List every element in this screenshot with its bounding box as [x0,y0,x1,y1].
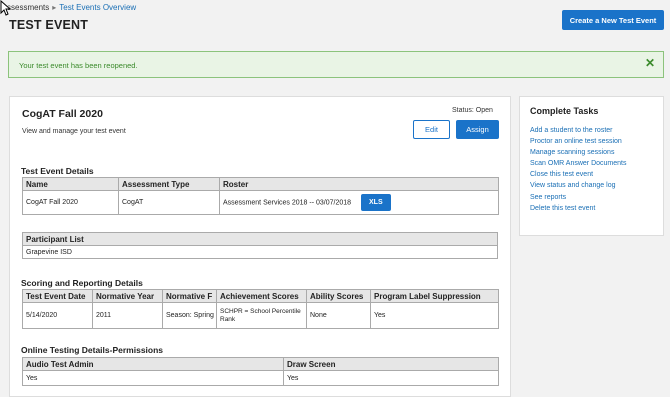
table-cell: CogAT Fall 2020 [22,190,119,215]
task-link-manage-scanning[interactable]: Manage scanning sessions [530,147,626,158]
table-cell: 5/14/2020 [22,302,93,329]
table-cell: None [306,302,371,329]
breadcrumb-assessments[interactable]: ssessments [7,3,49,12]
status-label: Status: [452,107,474,114]
table-row: Yes Yes [22,370,499,386]
scoring-details-title: Scoring and Reporting Details [21,278,143,288]
task-link-delete-event[interactable]: Delete this test event [530,203,626,214]
task-link-add-student[interactable]: Add a student to the roster [530,125,626,136]
column-header: Roster [219,177,499,191]
table-row: 5/14/2020 2011 Season: Spring SCHPR = Sc… [22,302,499,329]
table-cell: CogAT [118,190,220,215]
participant-list-table: Participant List Grapevine ISD [22,232,498,259]
table-row: Grapevine ISD [22,245,498,259]
task-link-view-status[interactable]: View status and change log [530,180,626,191]
table-row: CogAT Fall 2020 CogAT Assessment Service… [22,190,499,215]
roster-value: Assessment Services 2018 -- 03/07/2018 [223,199,352,207]
status-value: Open [475,107,493,114]
scoring-details-table: Test Event Date Normative Year Normative… [22,289,499,329]
event-subtitle: View and manage your test event [22,128,126,135]
column-header: Name [22,177,119,191]
assign-button[interactable]: Assign [456,120,499,139]
table-cell: Yes [22,370,284,386]
task-link-scan-omr[interactable]: Scan OMR Answer Documents [530,158,626,169]
complete-tasks-panel: Complete Tasks Add a student to the rost… [519,96,664,236]
task-list: Add a student to the roster Proctor an o… [530,125,626,214]
event-status: Status: Open [452,107,493,114]
success-alert: Your test event has been reopened. ✕ [8,51,664,78]
breadcrumb-separator-icon: ▸ [52,3,57,12]
create-test-event-button[interactable]: Create a New Test Event [562,10,664,30]
test-event-details-table: Name Assessment Type Roster CogAT Fall 2… [22,177,499,215]
column-header: Assessment Type [118,177,220,191]
edit-button[interactable]: Edit [413,120,450,139]
task-link-see-reports[interactable]: See reports [530,192,626,203]
xls-export-button[interactable]: XLS [361,194,391,211]
event-name: CogAT Fall 2020 [22,108,103,120]
close-icon[interactable]: ✕ [645,56,655,70]
table-cell: Yes [370,302,499,329]
alert-message: Your test event has been reopened. [19,61,138,70]
table-cell: 2011 [92,302,163,329]
column-header: Test Event Date [22,289,93,303]
online-testing-table: Audio Test Admin Draw Screen Yes Yes [22,357,499,386]
column-header: Program Label Suppression [370,289,499,303]
column-header: Participant List [22,232,498,246]
table-cell: Yes [283,370,499,386]
column-header: Achievement Scores [216,289,307,303]
page-title: TEST EVENT [9,18,89,32]
breadcrumb-test-events-overview[interactable]: Test Events Overview [59,3,136,12]
table-cell: Grapevine ISD [22,245,498,259]
column-header: Audio Test Admin [22,357,284,371]
online-testing-title: Online Testing Details-Permissions [21,345,164,355]
test-event-panel: CogAT Fall 2020 View and manage your tes… [9,96,511,397]
table-cell: SCHPR = School Percentile Rank [216,302,307,329]
roster-cell: Assessment Services 2018 -- 03/07/2018 XL… [219,190,499,215]
task-link-proctor-session[interactable]: Proctor an online test session [530,136,626,147]
column-header: Draw Screen [283,357,499,371]
table-cell: Season: Spring [162,302,217,329]
test-event-details-title: Test Event Details [21,166,94,176]
column-header: Ability Scores [306,289,371,303]
task-link-close-event[interactable]: Close this test event [530,169,626,180]
breadcrumb: ssessments ▸ Test Events Overview [7,3,136,12]
column-header: Normative Year [92,289,163,303]
complete-tasks-title: Complete Tasks [530,106,599,116]
column-header: Normative F [162,289,217,303]
